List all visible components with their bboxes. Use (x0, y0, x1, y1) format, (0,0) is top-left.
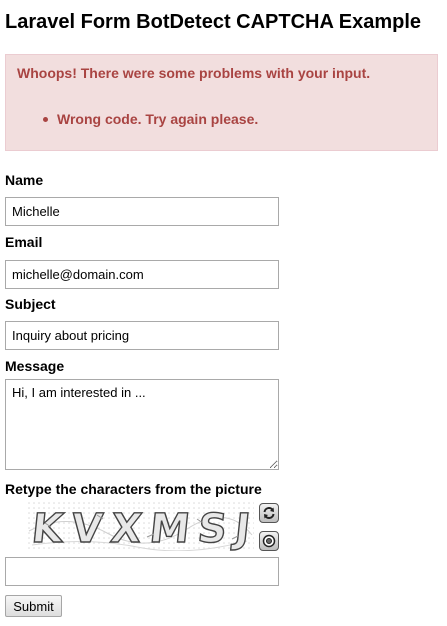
subject-input[interactable] (5, 321, 279, 350)
page-title: Laravel Form BotDetect CAPTCHA Example (5, 11, 422, 33)
message-label: Message (5, 358, 65, 374)
captcha-label: Retype the characters from the picture (5, 481, 262, 497)
captcha-sound-button[interactable] (259, 531, 279, 551)
email-input[interactable] (5, 260, 279, 289)
submit-button[interactable]: Submit (5, 595, 62, 617)
reload-icon (263, 507, 275, 519)
speaker-icon (262, 534, 276, 548)
name-label: Name (5, 172, 44, 188)
error-item: Wrong code. Try again please. (43, 111, 259, 128)
error-alert: Whoops! There were some problems with yo… (5, 54, 438, 151)
name-input[interactable] (5, 197, 279, 226)
captcha-reload-button[interactable] (259, 503, 279, 523)
captcha-input[interactable] (5, 557, 279, 586)
subject-label: Subject (5, 296, 56, 312)
bullet-icon (43, 117, 48, 122)
captcha-image: KVXMSJ (27, 501, 254, 551)
error-heading: Whoops! There were some problems with yo… (17, 65, 371, 81)
error-list: Wrong code. Try again please. (17, 111, 258, 128)
message-textarea[interactable]: Hi, I am interested in ... (5, 379, 279, 470)
email-label: Email (5, 234, 43, 250)
error-item-text: Wrong code. Try again please. (57, 111, 259, 127)
